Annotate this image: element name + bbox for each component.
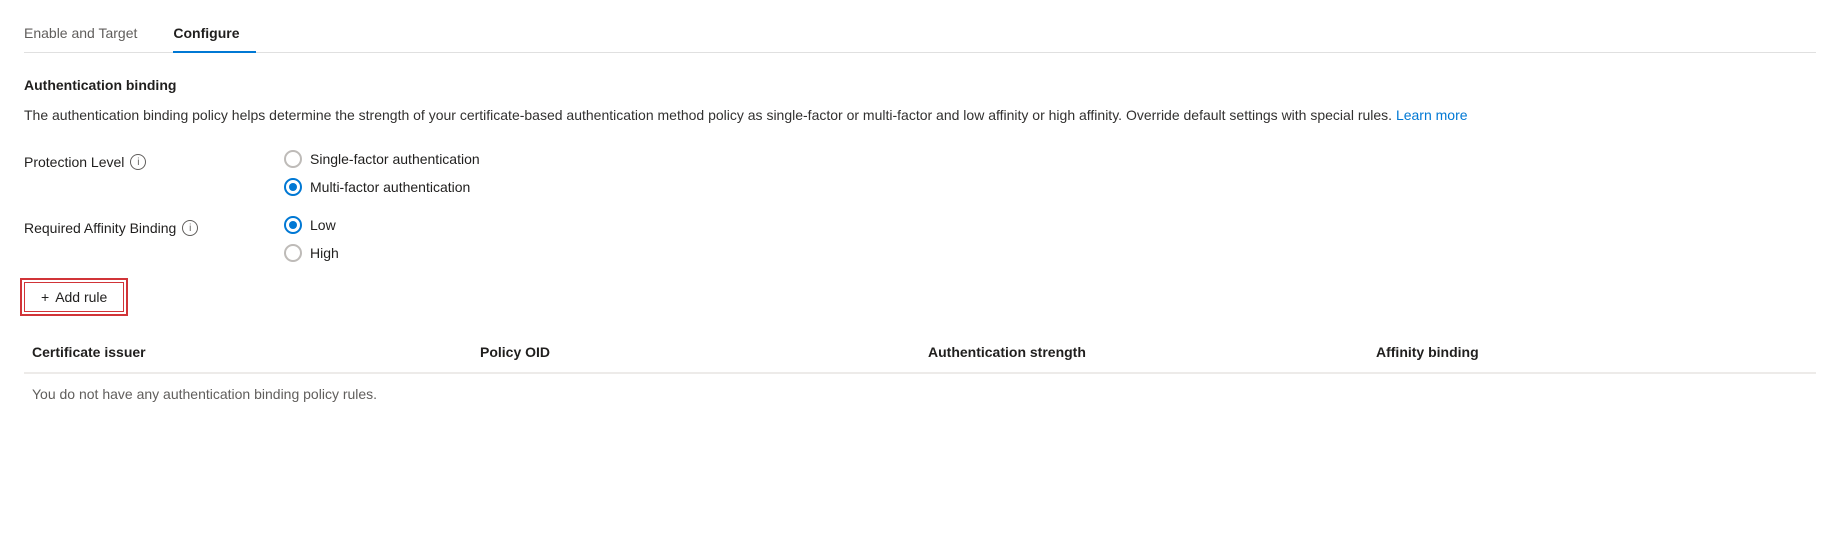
table-header: Certificate issuer Policy OID Authentica… xyxy=(24,332,1816,373)
add-rule-label: Add rule xyxy=(55,289,107,305)
high-radio[interactable] xyxy=(284,244,302,262)
protection-level-label: Protection Level i xyxy=(24,150,284,170)
add-rule-button[interactable]: + Add rule xyxy=(24,282,124,312)
single-factor-option[interactable]: Single-factor authentication xyxy=(284,150,480,168)
col-authentication-strength: Authentication strength xyxy=(920,340,1368,364)
table-empty-message: You do not have any authentication bindi… xyxy=(24,374,1816,414)
tab-enable-target[interactable]: Enable and Target xyxy=(24,17,153,53)
low-option[interactable]: Low xyxy=(284,216,339,234)
multi-factor-radio[interactable] xyxy=(284,178,302,196)
col-certificate-issuer: Certificate issuer xyxy=(24,340,472,364)
affinity-binding-info-icon[interactable]: i xyxy=(182,220,198,236)
affinity-binding-label: Required Affinity Binding i xyxy=(24,216,284,236)
section-title: Authentication binding xyxy=(24,77,1816,93)
protection-level-row: Protection Level i Single-factor authent… xyxy=(24,150,1816,196)
tab-bar: Enable and Target Configure xyxy=(24,16,1816,53)
rules-table: Certificate issuer Policy OID Authentica… xyxy=(24,332,1816,414)
high-option[interactable]: High xyxy=(284,244,339,262)
single-factor-label: Single-factor authentication xyxy=(310,151,480,167)
high-label: High xyxy=(310,245,339,261)
section-description: The authentication binding policy helps … xyxy=(24,105,1624,126)
plus-icon: + xyxy=(41,289,49,305)
low-label: Low xyxy=(310,217,336,233)
col-policy-oid: Policy OID xyxy=(472,340,920,364)
protection-level-options: Single-factor authentication Multi-facto… xyxy=(284,150,480,196)
low-radio[interactable] xyxy=(284,216,302,234)
multi-factor-option[interactable]: Multi-factor authentication xyxy=(284,178,480,196)
tab-configure[interactable]: Configure xyxy=(173,17,255,53)
affinity-binding-row: Required Affinity Binding i Low High xyxy=(24,216,1816,262)
learn-more-link[interactable]: Learn more xyxy=(1396,107,1468,123)
col-affinity-binding: Affinity binding xyxy=(1368,340,1816,364)
multi-factor-label: Multi-factor authentication xyxy=(310,179,470,195)
affinity-binding-options: Low High xyxy=(284,216,339,262)
single-factor-radio[interactable] xyxy=(284,150,302,168)
protection-level-info-icon[interactable]: i xyxy=(130,154,146,170)
